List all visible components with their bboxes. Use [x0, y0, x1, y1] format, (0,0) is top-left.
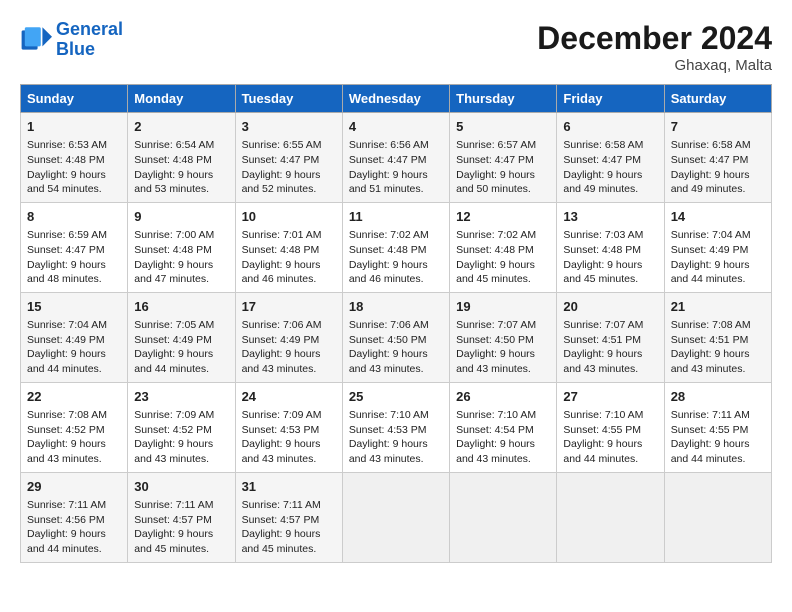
- logo: General Blue: [20, 20, 123, 60]
- col-thursday: Thursday: [450, 85, 557, 113]
- week-row-5: 29 Sunrise: 7:11 AMSunset: 4:56 PMDaylig…: [21, 472, 772, 562]
- week-row-2: 8 Sunrise: 6:59 AMSunset: 4:47 PMDayligh…: [21, 202, 772, 292]
- day-cell: 19 Sunrise: 7:07 AMSunset: 4:50 PMDaylig…: [450, 292, 557, 382]
- day-cell: 20 Sunrise: 7:07 AMSunset: 4:51 PMDaylig…: [557, 292, 664, 382]
- day-cell: 31 Sunrise: 7:11 AMSunset: 4:57 PMDaylig…: [235, 472, 342, 562]
- day-cell: 8 Sunrise: 6:59 AMSunset: 4:47 PMDayligh…: [21, 202, 128, 292]
- logo-icon: [20, 24, 52, 56]
- col-sunday: Sunday: [21, 85, 128, 113]
- week-row-3: 15 Sunrise: 7:04 AMSunset: 4:49 PMDaylig…: [21, 292, 772, 382]
- day-cell: 30 Sunrise: 7:11 AMSunset: 4:57 PMDaylig…: [128, 472, 235, 562]
- day-cell: 26 Sunrise: 7:10 AMSunset: 4:54 PMDaylig…: [450, 382, 557, 472]
- day-cell: 18 Sunrise: 7:06 AMSunset: 4:50 PMDaylig…: [342, 292, 449, 382]
- header-row: Sunday Monday Tuesday Wednesday Thursday…: [21, 85, 772, 113]
- week-row-1: 1 Sunrise: 6:53 AMSunset: 4:48 PMDayligh…: [21, 113, 772, 203]
- day-cell: 11 Sunrise: 7:02 AMSunset: 4:48 PMDaylig…: [342, 202, 449, 292]
- col-monday: Monday: [128, 85, 235, 113]
- title-block: December 2024 Ghaxaq, Malta: [537, 20, 772, 74]
- day-cell: 12 Sunrise: 7:02 AMSunset: 4:48 PMDaylig…: [450, 202, 557, 292]
- empty-cell: [664, 472, 771, 562]
- day-cell: 29 Sunrise: 7:11 AMSunset: 4:56 PMDaylig…: [21, 472, 128, 562]
- col-saturday: Saturday: [664, 85, 771, 113]
- empty-cell: [557, 472, 664, 562]
- week-row-4: 22 Sunrise: 7:08 AMSunset: 4:52 PMDaylig…: [21, 382, 772, 472]
- day-cell: 7 Sunrise: 6:58 AMSunset: 4:47 PMDayligh…: [664, 113, 771, 203]
- day-cell: 25 Sunrise: 7:10 AMSunset: 4:53 PMDaylig…: [342, 382, 449, 472]
- day-cell: 1 Sunrise: 6:53 AMSunset: 4:48 PMDayligh…: [21, 113, 128, 203]
- location: Ghaxaq, Malta: [537, 57, 772, 74]
- day-cell: 27 Sunrise: 7:10 AMSunset: 4:55 PMDaylig…: [557, 382, 664, 472]
- day-cell: 9 Sunrise: 7:00 AMSunset: 4:48 PMDayligh…: [128, 202, 235, 292]
- day-cell: 10 Sunrise: 7:01 AMSunset: 4:48 PMDaylig…: [235, 202, 342, 292]
- day-cell: 13 Sunrise: 7:03 AMSunset: 4:48 PMDaylig…: [557, 202, 664, 292]
- month-title: December 2024: [537, 20, 772, 57]
- day-cell: 24 Sunrise: 7:09 AMSunset: 4:53 PMDaylig…: [235, 382, 342, 472]
- empty-cell: [342, 472, 449, 562]
- day-cell: 23 Sunrise: 7:09 AMSunset: 4:52 PMDaylig…: [128, 382, 235, 472]
- empty-cell: [450, 472, 557, 562]
- col-wednesday: Wednesday: [342, 85, 449, 113]
- day-cell: 15 Sunrise: 7:04 AMSunset: 4:49 PMDaylig…: [21, 292, 128, 382]
- calendar-table: Sunday Monday Tuesday Wednesday Thursday…: [20, 84, 772, 563]
- col-friday: Friday: [557, 85, 664, 113]
- day-cell: 3 Sunrise: 6:55 AMSunset: 4:47 PMDayligh…: [235, 113, 342, 203]
- day-cell: 6 Sunrise: 6:58 AMSunset: 4:47 PMDayligh…: [557, 113, 664, 203]
- day-cell: 4 Sunrise: 6:56 AMSunset: 4:47 PMDayligh…: [342, 113, 449, 203]
- day-cell: 22 Sunrise: 7:08 AMSunset: 4:52 PMDaylig…: [21, 382, 128, 472]
- day-cell: 17 Sunrise: 7:06 AMSunset: 4:49 PMDaylig…: [235, 292, 342, 382]
- day-cell: 21 Sunrise: 7:08 AMSunset: 4:51 PMDaylig…: [664, 292, 771, 382]
- col-tuesday: Tuesday: [235, 85, 342, 113]
- day-cell: 16 Sunrise: 7:05 AMSunset: 4:49 PMDaylig…: [128, 292, 235, 382]
- day-cell: 5 Sunrise: 6:57 AMSunset: 4:47 PMDayligh…: [450, 113, 557, 203]
- day-cell: 14 Sunrise: 7:04 AMSunset: 4:49 PMDaylig…: [664, 202, 771, 292]
- day-cell: 28 Sunrise: 7:11 AMSunset: 4:55 PMDaylig…: [664, 382, 771, 472]
- page-header: General Blue December 2024 Ghaxaq, Malta: [20, 20, 772, 74]
- day-cell: 2 Sunrise: 6:54 AMSunset: 4:48 PMDayligh…: [128, 113, 235, 203]
